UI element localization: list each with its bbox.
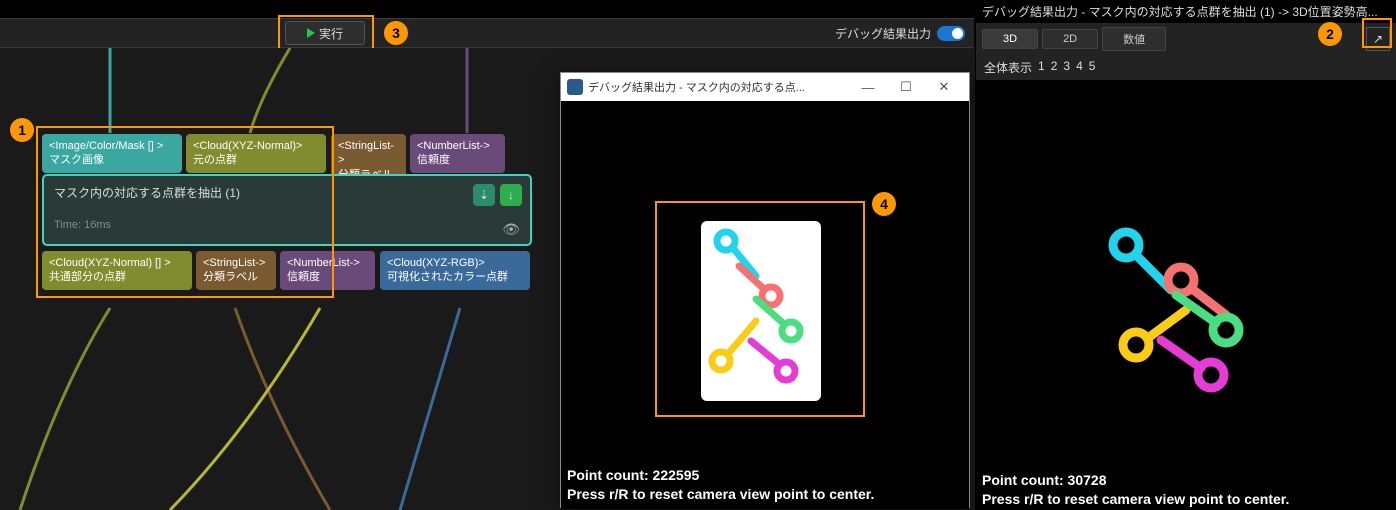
popup-titlebar[interactable]: デバッグ結果出力 - マスク内の対応する点... — ☐ ✕ <box>561 73 969 101</box>
debug-popup-window[interactable]: デバッグ結果出力 - マスク内の対応する点... — ☐ ✕ Point cou <box>560 72 970 508</box>
port-label: 信頼度 <box>417 153 498 167</box>
port-out-numbers[interactable]: <NumberList-> 信頼度 <box>280 251 375 290</box>
port-out-strings[interactable]: <StringList-> 分類ラベル <box>196 251 276 290</box>
debug-output-toggle[interactable] <box>937 26 965 41</box>
index-label[interactable]: 全体表示 <box>984 59 1032 76</box>
index-2[interactable]: 2 <box>1051 59 1058 76</box>
toolbar <box>0 18 974 48</box>
expand-icon[interactable]: ⇣ <box>473 184 495 206</box>
port-in-mask[interactable]: <Image/Color/Mask [] > マスク画像 <box>42 134 182 173</box>
app-icon <box>567 79 583 95</box>
port-type: <Cloud(XYZ-Normal) [] > <box>49 256 185 270</box>
port-in-cloud[interactable]: <Cloud(XYZ-Normal)> 元の点群 <box>186 134 326 173</box>
callout-1: 1 <box>10 118 34 142</box>
right-title: デバッグ結果出力 - マスク内の対応する点群を抽出 (1) -> 3D位置姿勢高… <box>976 0 1396 23</box>
port-label: 共通部分の点群 <box>49 270 185 284</box>
port-type: <Cloud(XYZ-RGB)> <box>387 256 523 270</box>
download-icon[interactable]: ↓ <box>500 184 522 206</box>
popup-render <box>561 101 971 509</box>
popup-viewport[interactable]: Point count: 222595 Press r/R to reset c… <box>561 101 969 509</box>
index-4[interactable]: 4 <box>1076 59 1083 76</box>
port-out-rgb[interactable]: <Cloud(XYZ-RGB)> 可視化されたカラー点群 <box>380 251 530 290</box>
index-1[interactable]: 1 <box>1038 59 1045 76</box>
maximize-button[interactable]: ☐ <box>887 79 925 95</box>
tab-3d[interactable]: 3D <box>982 29 1038 49</box>
index-bar: 全体表示 1 2 3 4 5 <box>976 55 1396 80</box>
popout-button[interactable]: ↗ <box>1366 27 1390 51</box>
index-5[interactable]: 5 <box>1089 59 1096 76</box>
node-title: マスク内の対応する点群を抽出 (1) <box>54 184 520 201</box>
port-label: マスク画像 <box>49 153 175 167</box>
right-panel: デバッグ結果出力 - マスク内の対応する点群を抽出 (1) -> 3D位置姿勢高… <box>976 0 1396 510</box>
port-type: <StringList-> <box>338 139 399 168</box>
play-icon <box>307 28 315 38</box>
port-type: <NumberList-> <box>417 139 498 153</box>
port-label: 可視化されたカラー点群 <box>387 270 523 284</box>
tab-values[interactable]: 数値 <box>1102 27 1166 51</box>
debug-output-toggle-row: デバッグ結果出力 <box>835 25 970 42</box>
tab-2d[interactable]: 2D <box>1042 29 1098 49</box>
port-type: <Image/Color/Mask [] > <box>49 139 175 153</box>
port-type: <Cloud(XYZ-Normal)> <box>193 139 319 153</box>
port-in-numbers[interactable]: <NumberList-> 信頼度 <box>410 134 505 173</box>
minimize-button[interactable]: — <box>849 80 887 95</box>
right-status: Point count: 30728 Press r/R to reset ca… <box>982 471 1289 510</box>
port-out-cloud[interactable]: <Cloud(XYZ-Normal) [] > 共通部分の点群 <box>42 251 192 290</box>
right-viewport[interactable]: Point count: 30728 Press r/R to reset ca… <box>976 80 1396 510</box>
run-label: 実行 <box>319 25 343 42</box>
port-label: 分類ラベル <box>203 270 269 284</box>
popup-status: Point count: 222595 Press r/R to reset c… <box>567 466 874 505</box>
port-label: 元の点群 <box>193 153 319 167</box>
port-type: <NumberList-> <box>287 256 368 270</box>
callout-2: 2 <box>1318 22 1342 46</box>
port-label: 信頼度 <box>287 270 368 284</box>
debug-output-label: デバッグ結果出力 <box>835 25 931 42</box>
callout-4: 4 <box>872 192 896 216</box>
port-type: <StringList-> <box>203 256 269 270</box>
run-button[interactable]: 実行 <box>285 21 365 45</box>
index-3[interactable]: 3 <box>1063 59 1070 76</box>
node-body[interactable]: マスク内の対応する点群を抽出 (1) Time: 16ms ⇣ ↓ 👁 <box>42 174 532 246</box>
callout-3: 3 <box>384 21 408 45</box>
close-button[interactable]: ✕ <box>925 79 963 95</box>
node-time: Time: 16ms <box>54 219 520 231</box>
popup-title: デバッグ結果出力 - マスク内の対応する点... <box>588 79 849 95</box>
visibility-icon[interactable]: 👁 <box>502 221 520 238</box>
right-render <box>976 80 1396 510</box>
